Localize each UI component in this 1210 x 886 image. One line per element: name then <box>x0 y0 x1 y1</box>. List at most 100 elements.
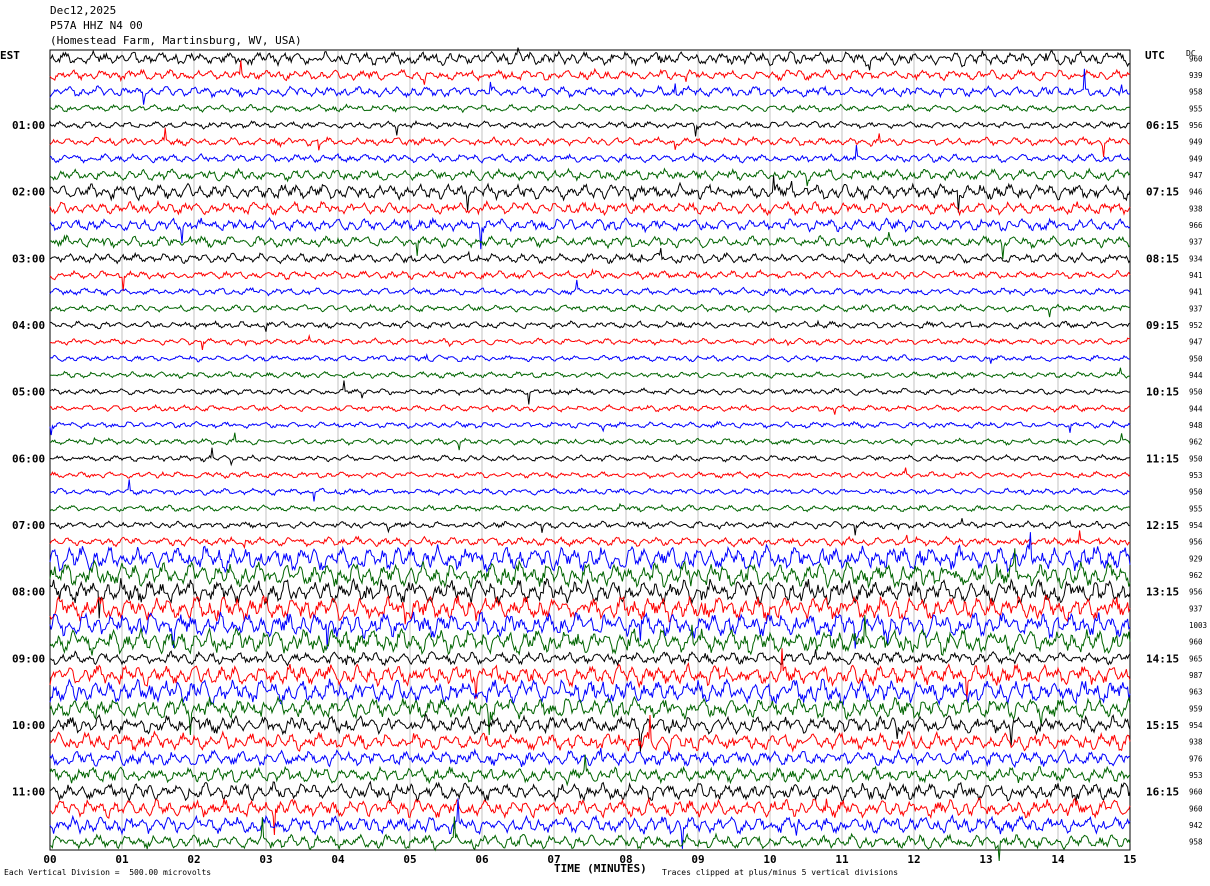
seismic-trace <box>49 548 1131 590</box>
seismic-trace <box>49 68 1131 105</box>
seismic-trace <box>49 532 1131 574</box>
dc-offset-label: 947 <box>1189 338 1203 347</box>
x-tick-label: 15 <box>1123 853 1136 866</box>
dc-offset-label: 956 <box>1189 588 1203 597</box>
est-tick-label: 08:00 <box>12 586 45 599</box>
dc-offset-label: 952 <box>1189 321 1203 330</box>
dc-offset-label: 956 <box>1189 121 1203 130</box>
est-tick-label: 06:00 <box>12 452 45 465</box>
seismic-trace <box>49 367 1130 380</box>
clip-note: Traces clipped at plus/minus 5 vertical … <box>662 868 899 877</box>
est-tick-label: 05:00 <box>12 386 45 399</box>
x-tick-label: 09 <box>691 853 704 866</box>
dc-offset-label: 950 <box>1189 488 1203 497</box>
seismic-trace <box>49 796 1131 836</box>
seismic-trace <box>49 199 1131 217</box>
dc-offset-label: 960 <box>1189 804 1203 813</box>
dc-offset-label: 958 <box>1189 88 1203 97</box>
seismic-trace <box>49 432 1131 451</box>
est-tick-label: 04:00 <box>12 319 45 332</box>
dc-offset-label: 944 <box>1189 371 1203 380</box>
seismic-trace <box>49 467 1131 480</box>
dc-offset-label: 966 <box>1189 221 1203 230</box>
dc-offset-label: 946 <box>1189 188 1203 197</box>
seismic-trace <box>49 518 1131 536</box>
utc-tick-label: 14:15 <box>1146 652 1179 665</box>
x-tick-label: 13 <box>979 853 992 866</box>
x-tick-label: 06 <box>475 853 489 866</box>
x-tick-label: 03 <box>259 853 272 866</box>
seismic-trace <box>49 380 1131 405</box>
utc-tick-label: 06:15 <box>1146 119 1179 132</box>
dc-offset-label: 1003 <box>1189 621 1207 630</box>
utc-tick-label: 10:15 <box>1146 386 1179 399</box>
seismic-trace <box>49 479 1131 502</box>
x-tick-label: 05 <box>403 853 416 866</box>
utc-tick-label: 16:15 <box>1146 786 1179 799</box>
seismic-trace <box>49 447 1131 467</box>
dc-offset-label: 948 <box>1189 421 1203 430</box>
x-tick-label: 01 <box>115 853 129 866</box>
dc-offset-label: 941 <box>1189 288 1203 297</box>
seismic-trace <box>49 303 1131 318</box>
dc-offset-label: 987 <box>1189 671 1203 680</box>
seismic-trace <box>50 319 1131 332</box>
dc-offset-label: 937 <box>1189 304 1203 313</box>
dc-offset-label: 937 <box>1189 604 1203 613</box>
dc-offset-label: 963 <box>1189 688 1203 697</box>
dc-offset-label: 965 <box>1189 654 1203 663</box>
dc-offset-label: 938 <box>1189 738 1203 747</box>
dc-offset-label: 960 <box>1189 788 1203 797</box>
seismic-trace <box>49 747 1131 769</box>
est-tick-label: 09:00 <box>12 652 45 665</box>
seismic-trace <box>49 119 1131 137</box>
x-tick-label: 10 <box>763 853 776 866</box>
utc-axis-label: UTC <box>1145 49 1165 62</box>
utc-tick-label: 08:15 <box>1146 252 1179 265</box>
x-axis-title: TIME (MINUTES) <box>554 862 647 875</box>
x-tick-label: 00 <box>43 853 56 866</box>
seismic-trace <box>49 780 1131 803</box>
seismic-trace <box>49 60 1131 85</box>
dc-offset-label: 938 <box>1189 204 1203 213</box>
x-tick-label: 14 <box>1051 853 1065 866</box>
est-tick-label: 02:00 <box>12 186 45 199</box>
seismic-trace <box>49 649 1131 667</box>
est-tick-label: 11:00 <box>12 786 45 799</box>
x-tick-label: 11 <box>835 853 849 866</box>
dc-offset-label: 955 <box>1189 504 1203 513</box>
dc-offset-label: 950 <box>1189 454 1203 463</box>
x-tick-label: 12 <box>907 853 920 866</box>
dc-offset-label: 976 <box>1189 754 1203 763</box>
dc-offset-label: 953 <box>1189 771 1203 780</box>
seismic-trace <box>49 712 1131 752</box>
seismic-trace <box>49 353 1130 364</box>
dc-offset-label: 949 <box>1189 154 1203 163</box>
dc-offset-label: 960 <box>1189 54 1203 63</box>
dc-offset-label: 939 <box>1189 71 1203 80</box>
dc-offset-label: 954 <box>1189 721 1203 730</box>
seismic-trace <box>49 167 1131 187</box>
seismic-trace <box>49 420 1131 436</box>
dc-offset-label: 955 <box>1189 104 1203 113</box>
seismic-trace <box>49 267 1131 292</box>
dc-offset-label: 950 <box>1189 354 1203 363</box>
dc-offset-label: 949 <box>1189 138 1203 147</box>
est-axis-label: EST <box>0 49 20 62</box>
seismic-trace <box>49 403 1131 415</box>
seismic-trace <box>50 103 1131 114</box>
est-tick-label: 10:00 <box>12 719 45 732</box>
est-tick-label: 03:00 <box>12 252 45 265</box>
dc-offset-label: 934 <box>1189 254 1203 263</box>
utc-tick-label: 11:15 <box>1146 452 1179 465</box>
seismic-trace <box>49 530 1131 550</box>
seismic-trace <box>49 333 1131 350</box>
est-tick-label: 07:00 <box>12 519 45 532</box>
seismic-trace <box>49 279 1131 297</box>
x-tick-label: 04 <box>331 853 345 866</box>
dc-offset-label: 941 <box>1189 271 1203 280</box>
x-tick-label: 02 <box>187 853 200 866</box>
seismic-trace <box>49 502 1131 513</box>
dc-offset-label: 956 <box>1189 538 1203 547</box>
dc-offset-label: 958 <box>1189 838 1203 847</box>
